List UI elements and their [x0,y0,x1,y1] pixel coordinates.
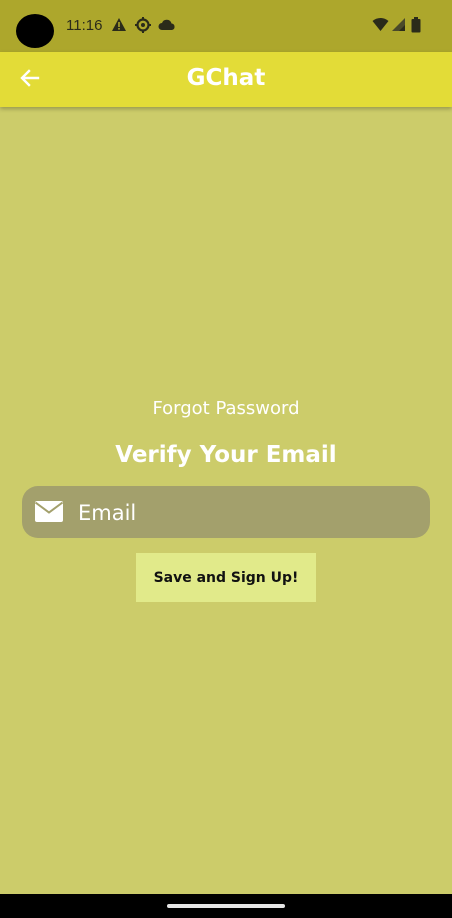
status-bar: 11:16 [0,0,452,52]
battery-icon [411,17,421,37]
page-heading: Verify Your Email [115,442,337,468]
wifi-icon [372,17,389,36]
envelope-icon [34,501,64,526]
status-time: 11:16 [66,17,103,34]
save-and-sign-up-button[interactable]: Save and Sign Up! [136,553,316,602]
warning-icon [111,17,127,36]
email-field[interactable] [22,486,430,538]
home-gesture-handle[interactable] [167,904,285,908]
forgot-password-subtitle: Forgot Password [152,398,300,419]
navigation-bar [0,894,452,918]
settings-icon [135,17,151,37]
email-input[interactable] [76,494,420,532]
app-bar: GChat [0,52,452,107]
app-title: GChat [186,65,266,91]
camera-cutout [16,14,54,48]
signal-icon [391,17,406,36]
cloud-icon [158,17,176,36]
